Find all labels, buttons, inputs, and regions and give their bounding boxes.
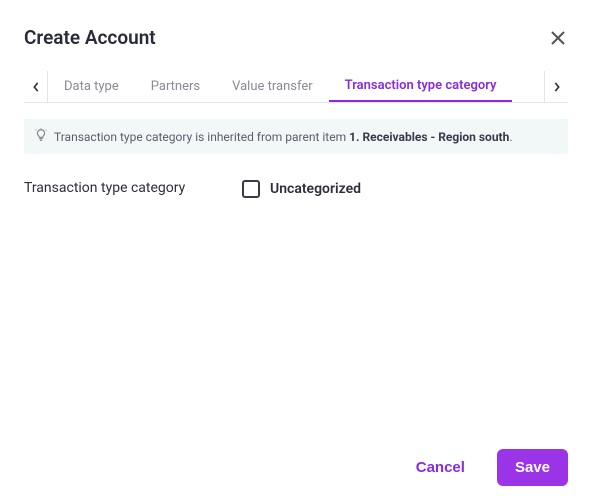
tab-transaction-type-category[interactable]: Transaction type category bbox=[329, 71, 513, 102]
dialog-title: Create Account bbox=[24, 26, 156, 49]
uncategorized-row: Uncategorized bbox=[242, 180, 361, 198]
hint-bold: 1. Receivables - Region south bbox=[349, 130, 509, 144]
tabs-scroll-left[interactable] bbox=[24, 71, 48, 102]
tab-partners[interactable]: Partners bbox=[135, 71, 216, 102]
transaction-type-category-label: Transaction type category bbox=[24, 180, 220, 196]
create-account-dialog: Create Account Data type Partners Value … bbox=[0, 0, 592, 504]
dialog-footer: Cancel Save bbox=[398, 449, 568, 486]
tab-data-type[interactable]: Data type bbox=[48, 71, 135, 102]
chevron-left-icon bbox=[32, 82, 40, 92]
tab-value-transfer[interactable]: Value transfer bbox=[216, 71, 329, 102]
close-icon bbox=[551, 31, 565, 45]
chevron-right-icon bbox=[553, 82, 561, 92]
dialog-header: Create Account bbox=[24, 26, 568, 49]
close-button[interactable] bbox=[548, 28, 568, 48]
uncategorized-label: Uncategorized bbox=[270, 181, 361, 197]
tabs-container: Data type Partners Value transfer Transa… bbox=[48, 71, 544, 102]
tabs-row: Data type Partners Value transfer Transa… bbox=[24, 71, 568, 103]
hint-text: Transaction type category is inherited f… bbox=[54, 130, 513, 144]
hint-suffix: . bbox=[509, 130, 512, 144]
uncategorized-checkbox[interactable] bbox=[242, 180, 260, 198]
lightbulb-icon bbox=[34, 127, 48, 146]
hint-prefix: Transaction type category is inherited f… bbox=[54, 130, 349, 144]
save-button[interactable]: Save bbox=[497, 449, 568, 486]
cancel-button[interactable]: Cancel bbox=[398, 449, 483, 486]
tabs-scroll-right[interactable] bbox=[544, 71, 568, 102]
inheritance-hint: Transaction type category is inherited f… bbox=[24, 119, 568, 154]
form-area: Transaction type category Uncategorized bbox=[24, 180, 568, 198]
